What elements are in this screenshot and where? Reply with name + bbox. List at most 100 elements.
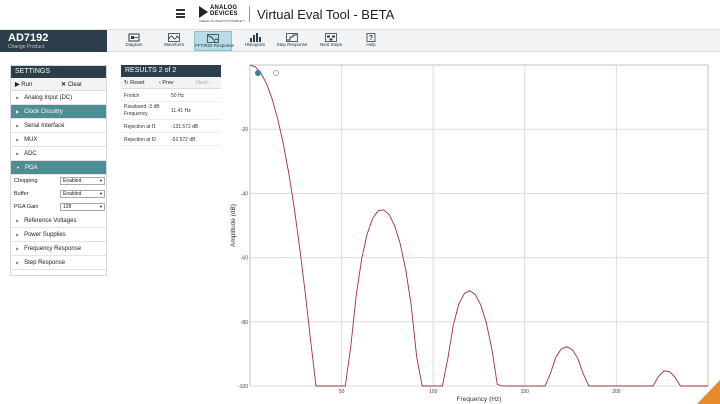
result-row: Rejection at f1 -131.572 dB [121, 120, 221, 133]
chevron-left-icon: ‹ [159, 80, 161, 86]
results-button-row: ↻ Reset ‹ Prev Next › [121, 77, 221, 89]
fft-response-icon [207, 34, 219, 43]
select-value: Enabled [63, 191, 82, 197]
section-step-response[interactable]: ▶ Step Response [11, 256, 106, 270]
app-window: ANALOG DEVICES AHEAD OF WHAT'S POSSIBLE™… [0, 0, 720, 404]
svg-text:?: ? [369, 35, 373, 42]
x-axis-label: Frequency (Hz) [457, 396, 502, 403]
tab-fft-response[interactable]: FFT/ROI Response [194, 31, 235, 51]
section-label: Clock Circuitry [24, 109, 63, 115]
frequency-response-plot[interactable]: 50 100 150 200 -20 -40 -60 -80 -100 Frequency (Hz… [228, 55, 720, 404]
plot-zoom-icon[interactable] [273, 70, 279, 76]
tab-help-label: Help [366, 42, 376, 47]
section-adc[interactable]: ▶ ADC [11, 147, 106, 161]
result-key: Rejection at f2 [124, 137, 156, 143]
settings-panel: SETTINGS ▶ Run ✕ Clear ▶ Analog Input (DC… [10, 65, 107, 276]
tab-diagram-label: Diagram [125, 42, 143, 47]
clear-button[interactable]: ✕ Clear [61, 81, 82, 88]
x-tick-label: 50 [339, 389, 345, 395]
section-label: Frequency Response [24, 246, 82, 252]
analog-devices-logo[interactable]: ANALOG DEVICES AHEAD OF WHAT'S POSSIBLE™ [199, 4, 245, 24]
settings-button-row: ▶ Run ✕ Clear [11, 78, 106, 91]
waveform-icon [168, 33, 180, 42]
top-bar: ANALOG DEVICES AHEAD OF WHAT'S POSSIBLE™… [0, 0, 720, 30]
logo-tagline: AHEAD OF WHAT'S POSSIBLE™ [199, 19, 246, 23]
section-analog-input[interactable]: ▶ Analog Input (DC) [11, 91, 106, 105]
result-value: -52.572 dB [171, 137, 196, 143]
chevron-down-icon: ▼ [99, 191, 103, 196]
section-label: Reference Voltages [24, 218, 77, 224]
clear-label: Clear [67, 82, 83, 88]
section-label: MUX [24, 137, 38, 143]
tab-step-response-label: Step Response [276, 42, 308, 47]
x-tick-label: 150 [521, 389, 530, 395]
chevron-right-icon: ▶ [16, 260, 20, 265]
section-clock-circuitry[interactable]: ▶ Clock Circuitry [11, 105, 106, 119]
reset-button[interactable]: ↻ Reset [124, 80, 145, 86]
result-row: Passband -3 dB Frequency 11.41 Hz [121, 102, 221, 120]
product-name: AD7192 [8, 32, 49, 44]
next-steps-icon [325, 33, 337, 42]
prev-button[interactable]: ‹ Prev [159, 80, 174, 86]
change-product-link[interactable]: Change Product [8, 44, 107, 51]
tab-diagram[interactable]: Diagram [115, 31, 153, 51]
plot-home-icon[interactable] [255, 70, 261, 76]
tab-help[interactable]: ? Help [352, 31, 390, 51]
hamburger-icon[interactable] [176, 9, 185, 18]
next-button[interactable]: Next › [196, 80, 211, 86]
chopping-select[interactable]: Enabled ▼ [60, 177, 105, 185]
y-tick-label: -60 [241, 256, 248, 262]
field-label: Chopping [14, 178, 38, 184]
y-tick-label: -100 [238, 384, 248, 390]
tab-next-steps[interactable]: Next Steps [312, 31, 350, 51]
logo-line2: DEVICES [210, 11, 238, 17]
section-mux[interactable]: ▶ MUX [11, 133, 106, 147]
help-icon: ? [366, 33, 376, 42]
chevron-right-icon: ▶ [16, 137, 20, 142]
chevron-right-icon: ▶ [16, 246, 20, 251]
y-tick-label: -20 [241, 127, 248, 133]
product-selector[interactable]: AD7192 Change Product [0, 30, 107, 52]
result-row: Rejection at f2 -52.572 dB [121, 133, 221, 146]
tab-next-steps-label: Next Steps [319, 42, 342, 47]
chevron-right-icon: ▶ [16, 232, 20, 237]
result-value: 50 Hz [171, 93, 185, 99]
select-value: 128 [63, 204, 72, 210]
reset-label: Reset [130, 80, 145, 86]
buffer-field: Buffer Enabled ▼ [11, 188, 106, 201]
section-pga[interactable]: ▼ PGA [11, 161, 106, 175]
field-label: PGA Gain [14, 204, 39, 210]
result-key: Fnotch [124, 93, 140, 99]
tab-waveform-label: Waveform [163, 42, 185, 47]
step-response-icon [286, 33, 298, 42]
section-reference-voltages[interactable]: ▶ Reference Voltages [11, 214, 106, 228]
y-axis-label: Amplitude (dB) [230, 204, 237, 247]
section-label: Step Response [24, 260, 66, 266]
section-serial-interface[interactable]: ▶ Serial Interface [11, 119, 106, 133]
tab-histogram[interactable]: Histogram [236, 31, 274, 51]
section-label: Power Supplies [24, 232, 66, 238]
field-label: Buffer [14, 191, 29, 197]
diagram-icon [128, 33, 140, 42]
tab-step-response[interactable]: Step Response [273, 31, 311, 51]
chevron-right-icon: ▶ [16, 218, 20, 223]
x-tick-label: 100 [429, 389, 438, 395]
close-icon: ✕ [61, 82, 67, 88]
feedback-corner-icon[interactable] [697, 380, 720, 404]
y-tick-label: -80 [241, 320, 248, 326]
tab-waveform[interactable]: Waveform [155, 31, 193, 51]
select-value: Enabled [63, 178, 82, 184]
run-button[interactable]: ▶ Run [15, 81, 32, 88]
tab-fft-response-label: FFT/ROI Response [195, 43, 235, 48]
section-frequency-response[interactable]: ▶ Frequency Response [11, 242, 106, 256]
pga-gain-select[interactable]: 128 ▼ [60, 203, 105, 211]
section-power-supplies[interactable]: ▶ Power Supplies [11, 228, 106, 242]
app-title: Virtual Eval Tool - BETA [257, 7, 395, 22]
chevron-right-icon: ▶ [16, 95, 20, 100]
chevron-down-icon: ▼ [16, 165, 20, 170]
buffer-select[interactable]: Enabled ▼ [60, 190, 105, 198]
plot-area [249, 64, 709, 387]
results-title-text: RESULTS [125, 67, 157, 74]
chopping-field: Chopping Enabled ▼ [11, 175, 106, 188]
result-key: Rejection at f1 [124, 124, 156, 130]
